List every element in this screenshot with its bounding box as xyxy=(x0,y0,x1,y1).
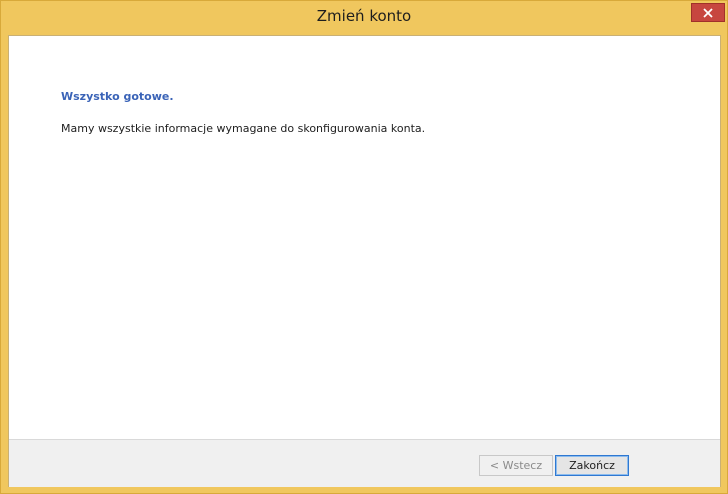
dialog-content: Wszystko gotowe. Mamy wszystkie informac… xyxy=(8,35,721,487)
close-button[interactable] xyxy=(691,3,725,22)
title-bar[interactable]: Zmień konto xyxy=(1,1,727,35)
back-button[interactable]: < Wstecz xyxy=(479,455,553,476)
window-title: Zmień konto xyxy=(316,7,412,25)
info-message: Mamy wszystkie informacje wymagane do sk… xyxy=(61,122,426,135)
close-icon xyxy=(703,7,713,18)
finish-button[interactable]: Zakończ xyxy=(555,455,629,476)
ready-heading: Wszystko gotowe. xyxy=(61,90,174,103)
change-account-window: Zmień konto Wszystko gotowe. Mamy wszyst… xyxy=(0,0,728,494)
button-bar: < Wstecz Zakończ xyxy=(9,439,720,487)
